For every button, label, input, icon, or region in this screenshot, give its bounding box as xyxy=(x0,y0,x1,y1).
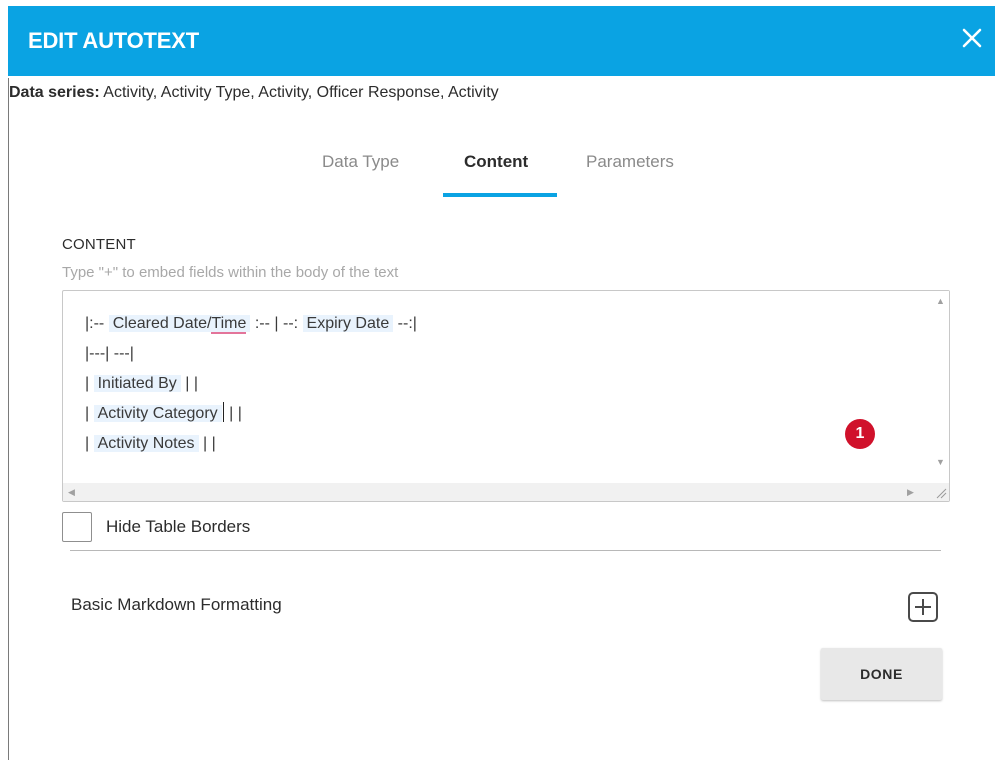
active-tab-indicator xyxy=(443,193,557,197)
embedded-field[interactable]: Initiated By xyxy=(93,375,181,392)
resize-grip-icon xyxy=(936,488,947,499)
tab-parameters[interactable]: Parameters xyxy=(586,152,674,172)
scroll-left-icon[interactable]: ◀ xyxy=(68,487,75,498)
horizontal-scrollbar[interactable]: ◀ ▶ xyxy=(63,483,933,501)
content-editor-text[interactable]: |:-- Cleared Date/Time :-- | --: Expiry … xyxy=(85,309,417,459)
editor-line: | Activity Category | | xyxy=(85,399,417,429)
data-series-label: Data series: xyxy=(9,84,100,101)
edit-autotext-dialog: EDIT AUTOTEXT Data series: Activity, Act… xyxy=(0,0,995,760)
tab-data-type[interactable]: Data Type xyxy=(322,152,399,172)
editor-line: |---| ---| xyxy=(85,345,134,362)
scroll-down-icon[interactable]: ▼ xyxy=(936,457,945,467)
text-caret xyxy=(222,402,224,422)
expand-markdown-button[interactable] xyxy=(907,591,939,623)
data-series: Data series: Activity, Activity Type, Ac… xyxy=(9,84,499,102)
content-hint: Type "+" to embed fields within the body… xyxy=(62,264,399,281)
editor-line: |:-- Cleared Date/Time :-- | --: Expiry … xyxy=(85,315,417,334)
hide-table-borders-checkbox[interactable] xyxy=(62,512,92,542)
editor-line: | Activity Notes | | xyxy=(85,435,216,452)
hide-table-borders-label[interactable]: Hide Table Borders xyxy=(106,517,250,537)
embedded-field[interactable]: Cleared Date/Time xyxy=(108,315,251,334)
editor-line: | Initiated By | | xyxy=(85,375,198,392)
section-divider xyxy=(70,550,941,551)
close-icon xyxy=(962,28,982,48)
data-series-value: Activity, Activity Type, Activity, Offic… xyxy=(103,84,499,101)
spellcheck-underline: Time xyxy=(211,315,247,334)
content-editor[interactable]: |:-- Cleared Date/Time :-- | --: Expiry … xyxy=(62,290,950,502)
resize-handle[interactable] xyxy=(931,483,949,501)
markdown-formatting-label[interactable]: Basic Markdown Formatting xyxy=(71,595,282,615)
done-button[interactable]: DONE xyxy=(821,648,942,700)
scroll-up-icon[interactable]: ▲ xyxy=(936,296,945,306)
tab-content[interactable]: Content xyxy=(464,152,528,172)
plus-square-icon xyxy=(908,592,938,622)
embedded-field[interactable]: Expiry Date xyxy=(302,315,394,332)
close-button[interactable] xyxy=(959,25,985,51)
annotation-badge: 1 xyxy=(845,419,875,449)
embedded-field[interactable]: Activity Notes xyxy=(93,435,199,452)
content-section-label: CONTENT xyxy=(62,236,136,253)
dialog-header: EDIT AUTOTEXT xyxy=(8,6,995,76)
embedded-field[interactable]: Activity Category xyxy=(93,405,222,422)
vertical-scrollbar[interactable]: ▲ ▼ xyxy=(931,291,949,485)
dialog-left-border xyxy=(8,78,9,760)
dialog-title: EDIT AUTOTEXT xyxy=(28,28,199,53)
scroll-right-icon[interactable]: ▶ xyxy=(907,487,914,498)
